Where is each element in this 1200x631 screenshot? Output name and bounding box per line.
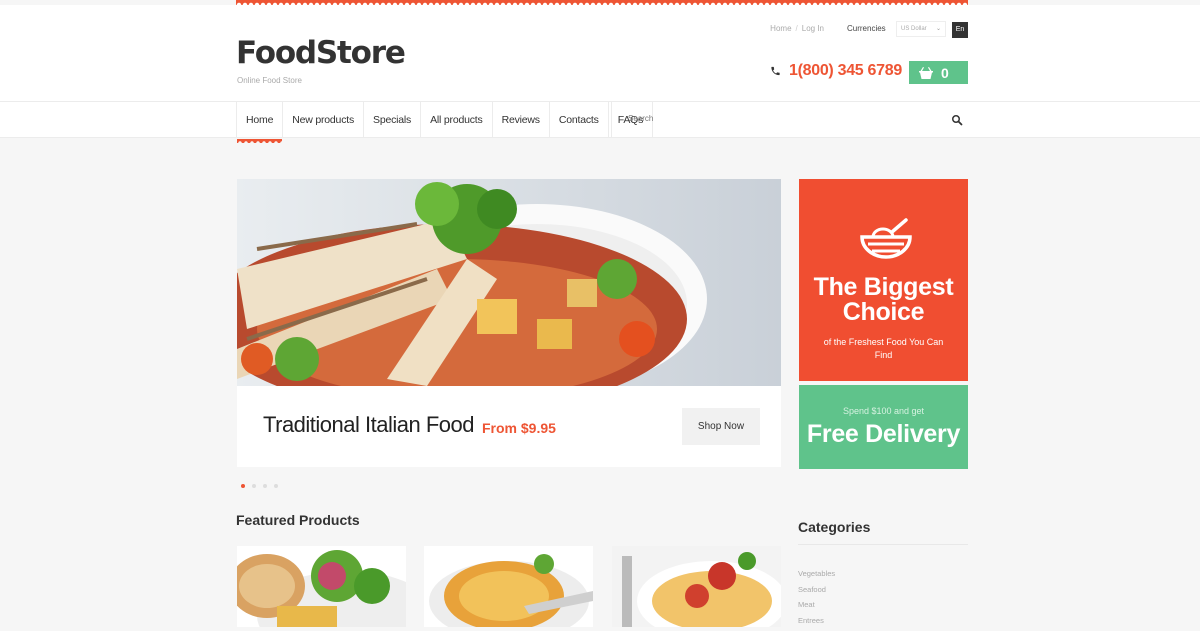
home-link[interactable]: Home (770, 24, 791, 33)
search-input[interactable] (628, 114, 928, 123)
product-image (612, 546, 781, 627)
banner-title: The Biggest Choice (799, 275, 968, 325)
nav-item-all-products[interactable]: All products (420, 102, 491, 138)
product-image (237, 546, 406, 627)
slide-price: From $9.95 (482, 420, 556, 436)
nav-item-specials[interactable]: Specials (363, 102, 420, 138)
login-link[interactable]: Log In (802, 24, 824, 33)
main-navigation: Home New products Specials All products … (0, 101, 1200, 138)
slider-dot[interactable] (241, 484, 245, 488)
cart-button[interactable]: 0 (909, 61, 968, 84)
nav-item-new-products[interactable]: New products (282, 102, 363, 138)
site-header: FoodStore Online Food Store Home / Log I… (0, 5, 1200, 101)
chevron-down-icon: ⌄ (936, 25, 941, 32)
category-item[interactable]: Seafood (798, 585, 835, 601)
logo[interactable]: FoodStore (236, 35, 405, 71)
phone-icon (770, 65, 781, 77)
slider-dot[interactable] (263, 484, 267, 488)
slide-image (237, 179, 781, 386)
currency-select[interactable]: US Dollar ⌄ (896, 21, 946, 37)
slider-dot[interactable] (252, 484, 256, 488)
top-links: Home / Log In (770, 24, 824, 33)
product-card[interactable] (237, 546, 406, 627)
categories-title: Categories (798, 519, 870, 535)
nav-item-home[interactable]: Home (236, 102, 282, 138)
link-separator: / (796, 24, 798, 33)
basket-icon (919, 67, 933, 79)
bowl-icon (858, 217, 914, 261)
phone-block: 1(800) 345 6789 (770, 62, 902, 80)
delivery-subtitle: Spend $100 and get (799, 406, 968, 416)
nav-item-contacts[interactable]: Contacts (549, 102, 608, 138)
product-card[interactable] (424, 546, 593, 627)
slider-dot[interactable] (274, 484, 278, 488)
category-item[interactable]: Meat (798, 600, 835, 616)
shop-now-button[interactable]: Shop Now (682, 408, 760, 445)
language-button[interactable]: En (952, 22, 968, 38)
categories-list: Vegetables Seafood Meat Entrees (798, 569, 835, 631)
category-item[interactable]: Vegetables (798, 569, 835, 585)
search-icon[interactable] (951, 114, 963, 126)
search-bar (611, 102, 969, 138)
featured-products-title: Featured Products (236, 512, 360, 528)
cart-count: 0 (941, 65, 949, 81)
hero-slider: Traditional Italian Food From $9.95 Shop… (237, 179, 781, 467)
product-card[interactable] (612, 546, 781, 627)
divider (798, 544, 968, 545)
tagline: Online Food Store (237, 76, 302, 85)
currencies-label: Currencies (847, 24, 886, 33)
slide-title: Traditional Italian Food (263, 412, 474, 438)
free-delivery-banner[interactable]: Spend $100 and get Free Delivery (799, 385, 968, 469)
currency-value: US Dollar (901, 26, 927, 32)
category-item[interactable]: Entrees (798, 616, 835, 631)
slider-pagination (241, 484, 278, 488)
biggest-choice-banner[interactable]: The Biggest Choice of the Freshest Food … (799, 179, 968, 381)
phone-number[interactable]: 1(800) 345 6789 (789, 62, 902, 80)
banner-subtitle: of the Freshest Food You Can Find (819, 336, 948, 362)
delivery-title: Free Delivery (799, 420, 968, 449)
product-image (424, 546, 593, 627)
nav-item-reviews[interactable]: Reviews (492, 102, 549, 138)
